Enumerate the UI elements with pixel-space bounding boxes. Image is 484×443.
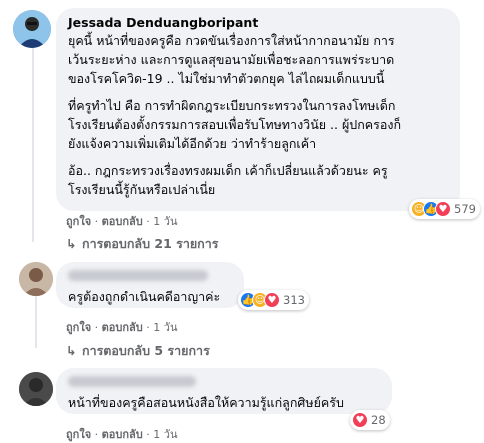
love-reaction-icon: ♥ — [435, 201, 451, 217]
love-reaction-icon: ♥ — [352, 412, 368, 428]
reaction-summary[interactable]: ♥ 28 — [350, 410, 390, 430]
avatar[interactable] — [19, 372, 53, 406]
comment-actions: ถูกใจ · ตอบกลับ · 1 วัน — [66, 425, 177, 443]
comment-time[interactable]: 1 วัน — [153, 318, 177, 336]
comment-text-line — [68, 153, 448, 161]
comment-text-line: อ้อ.. กฎกระทรวงเรื่องทรงผมเด็ก เค้าก็เปล… — [68, 163, 388, 178]
comment-text-line: เว้นระยะห่าง และการดูแลสุขอนามัยเพื่อชะล… — [68, 52, 395, 67]
reply-link[interactable]: ตอบกลับ — [102, 425, 143, 443]
replies-count-label: การตอบกลับ 21 รายการ — [82, 236, 219, 251]
reply-arrow-icon: ↳ — [66, 343, 77, 358]
comment-text-line: ยุคนี้ หน้าที่ของครูคือ กวดขันเรื่องการใ… — [68, 33, 395, 48]
avatar-photo-icon — [19, 372, 53, 406]
avatar[interactable] — [13, 10, 51, 48]
comment-author-redacted[interactable] — [68, 376, 196, 387]
love-reaction-icon: ♥ — [264, 292, 280, 308]
like-link[interactable]: ถูกใจ — [66, 425, 91, 443]
comment-actions: ถูกใจ · ตอบกลับ · 1 วัน — [66, 212, 177, 230]
like-link[interactable]: ถูกใจ — [66, 212, 91, 230]
reply-link[interactable]: ตอบกลับ — [102, 318, 143, 336]
comment-text-line: ยังแจ้งความเพิ่มเติมได้อีกด้วย ว่าทำร้าย… — [68, 136, 317, 151]
comment-text-line: โรงเรียนต้องตั้งกรรมการสอบเพื่อรับโทษทาง… — [68, 117, 402, 132]
comment-text-line: หน้าที่ของครูคือสอนหนังสือให้ความรู้แก่ล… — [68, 395, 344, 410]
comment-author[interactable]: Jessada Denduangboripant — [68, 15, 448, 31]
comment-text-line: ที่ครูทำไป คือ การทำผิดกฎระเบียบกระทรวงใ… — [68, 98, 396, 113]
reaction-count: 313 — [283, 293, 305, 307]
like-link[interactable]: ถูกใจ — [66, 318, 91, 336]
reaction-summary[interactable]: ☺ 👍 ♥ 579 — [409, 199, 480, 219]
comment-text-line — [68, 88, 448, 96]
comment-author-redacted[interactable] — [68, 270, 208, 281]
comment-time[interactable]: 1 วัน — [153, 212, 177, 230]
avatar-photo-icon — [13, 10, 51, 48]
thread-line — [35, 296, 37, 348]
thread-line — [32, 46, 34, 242]
comment-text-line: โรงเรียนนี้รู้กันหรือเปล่าเนี่ย — [68, 182, 216, 197]
comment-bubble: Jessada Denduangboripant ยุคนี้ หน้าที่ข… — [56, 8, 460, 211]
comment-text-line: ครูต้องถูกดำเนินคดีอาญาค่ะ — [68, 289, 221, 304]
view-replies-link[interactable]: ↳ การตอบกลับ 21 รายการ — [66, 234, 218, 254]
reply-link[interactable]: ตอบกลับ — [102, 212, 143, 230]
view-replies-link[interactable]: ↳ การตอบกลับ 5 รายการ — [66, 341, 210, 361]
comment-bubble: หน้าที่ของครูคือสอนหนังสือให้ความรู้แก่ล… — [56, 368, 392, 414]
reaction-summary[interactable]: 👍 ☺ ♥ 313 — [238, 290, 309, 310]
avatar-photo-icon — [19, 262, 53, 296]
replies-count-label: การตอบกลับ 5 รายการ — [82, 343, 210, 358]
comment-actions: ถูกใจ · ตอบกลับ · 1 วัน — [66, 318, 177, 336]
comment-text-line: ของโรคโควิด-19 .. ไม่ใช่มาทำตัวตกยุค ไล่… — [68, 71, 385, 86]
reaction-count: 28 — [371, 413, 386, 427]
comment-bubble: ครูต้องถูกดำเนินคดีอาญาค่ะ — [56, 262, 244, 308]
reply-arrow-icon: ↳ — [66, 236, 77, 251]
comment-time[interactable]: 1 วัน — [153, 425, 177, 443]
avatar[interactable] — [19, 262, 53, 296]
reaction-count: 579 — [454, 202, 476, 216]
